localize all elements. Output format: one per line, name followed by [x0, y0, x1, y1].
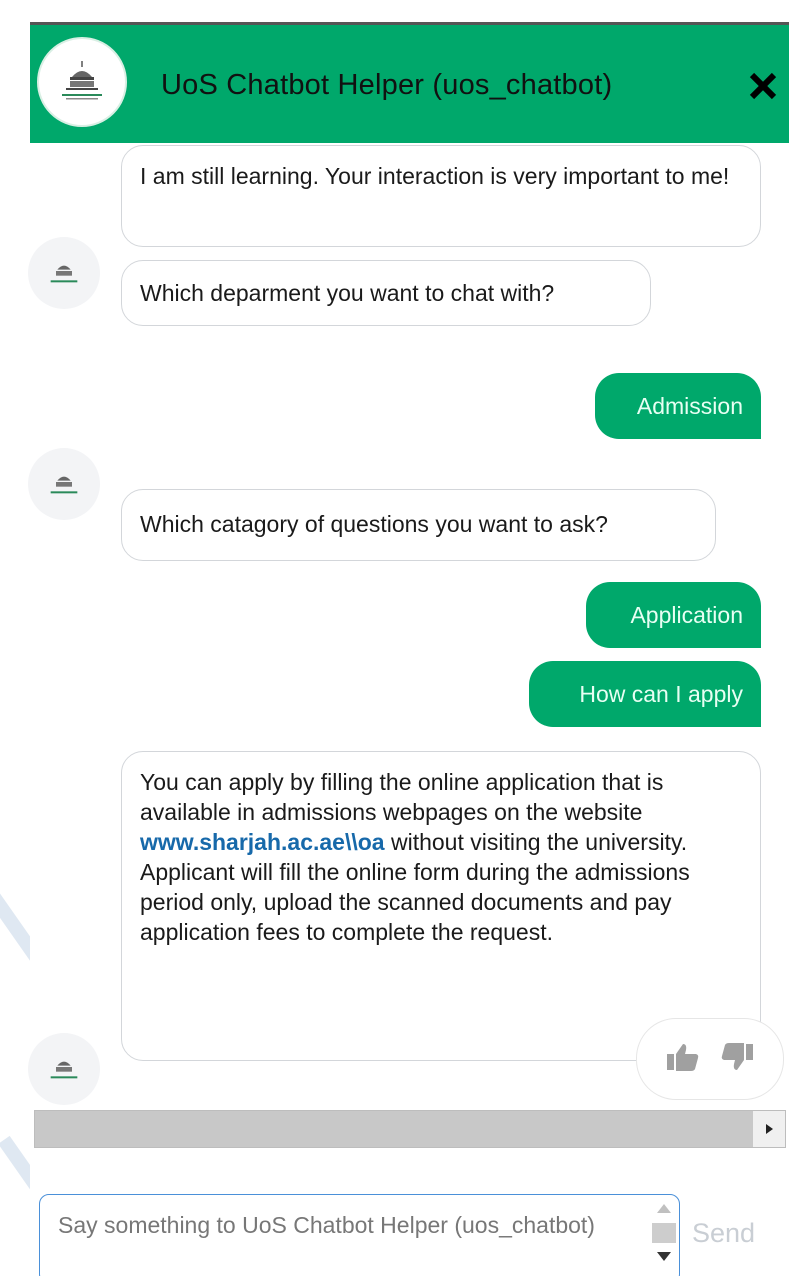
input-placeholder: Say something to UoS Chatbot Helper (uos… [58, 1212, 595, 1238]
close-icon[interactable] [746, 69, 780, 103]
chat-widget: UoS Chatbot Helper (uos_chatbot) I am st… [28, 25, 789, 1276]
university-logo-icon [37, 37, 127, 127]
bot-avatar-icon [28, 237, 100, 309]
message-composer: Say something to UoS Chatbot Helper (uos… [30, 1160, 789, 1276]
bot-message: I am still learning. Your interaction is… [121, 145, 761, 247]
bot-avatar-icon [28, 1033, 100, 1105]
answer-text: without visiting the university. [384, 829, 688, 855]
answer-text: Applicant will fill the online form duri… [140, 859, 690, 945]
vertical-scrollbar[interactable] [648, 1197, 678, 1276]
send-button[interactable]: Send [692, 1218, 755, 1249]
thumbs-up-icon[interactable] [666, 1042, 700, 1077]
admissions-link[interactable]: www.sharjah.ac.ae\\oa [140, 829, 385, 855]
bot-avatar-icon [28, 448, 100, 520]
chat-title: UoS Chatbot Helper (uos_chatbot) [161, 69, 613, 101]
message-list: I am still learning. Your interaction is… [28, 143, 789, 1110]
scroll-down-icon[interactable] [654, 1249, 674, 1263]
scroll-up-icon[interactable] [654, 1201, 674, 1215]
bot-message: You can apply by filling the online appl… [121, 751, 761, 1061]
feedback-controls [636, 1018, 784, 1100]
thumbs-down-icon[interactable] [720, 1042, 754, 1077]
scroll-right-icon[interactable] [753, 1111, 785, 1147]
user-message: Admission [595, 373, 761, 439]
bot-message: Which catagory of questions you want to … [121, 489, 716, 561]
chat-header: UoS Chatbot Helper (uos_chatbot) [30, 25, 789, 143]
bot-message: Which deparment you want to chat with? [121, 260, 651, 326]
message-input[interactable]: Say something to UoS Chatbot Helper (uos… [39, 1194, 680, 1276]
user-message: Application [586, 582, 761, 648]
chat-page: UoS Chatbot Helper (uos_chatbot) I am st… [0, 0, 789, 1276]
horizontal-scrollbar[interactable] [34, 1110, 786, 1148]
scrollbar-thumb[interactable] [652, 1223, 676, 1243]
answer-text: You can apply by filling the online appl… [140, 769, 664, 825]
user-message: How can I apply [529, 661, 761, 727]
